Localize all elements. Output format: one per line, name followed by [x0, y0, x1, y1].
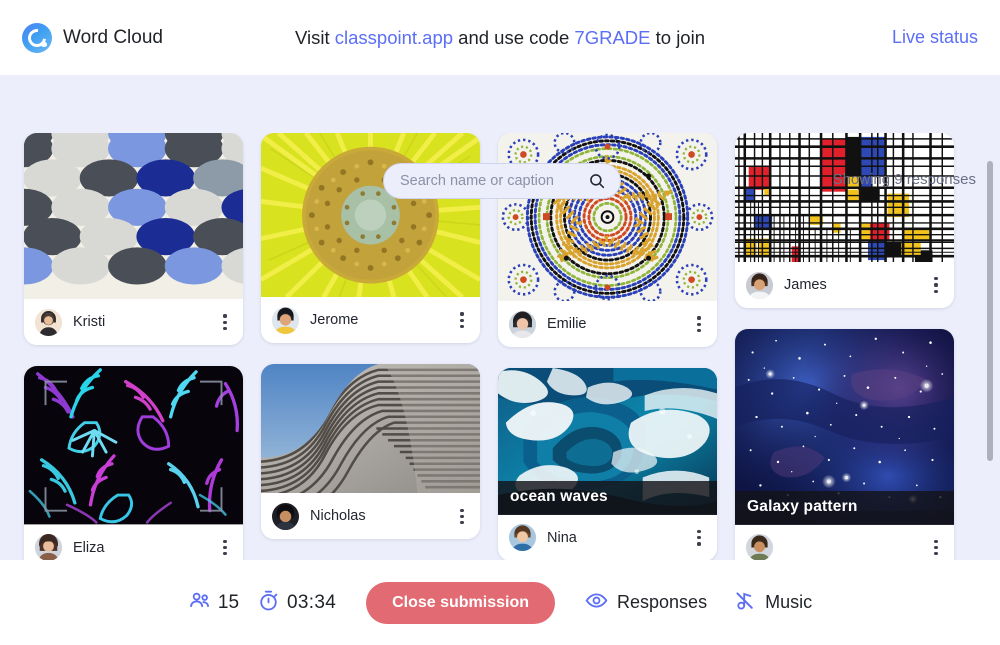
header-right: Live status: [892, 27, 978, 48]
more-options-icon[interactable]: [928, 274, 944, 296]
join-suffix: to join: [650, 26, 705, 48]
response-card[interactable]: ocean waves Nina: [498, 368, 717, 560]
bottom-toolbar: 15 03:34 Close submission Responses Musi…: [0, 560, 1000, 645]
response-author: Jerome: [310, 312, 359, 329]
avatar: [746, 534, 773, 560]
response-thumbnail[interactable]: Galaxy pattern: [735, 329, 954, 525]
wavy-concrete-architecture-image: [261, 364, 480, 494]
more-options-icon[interactable]: [454, 505, 470, 527]
response-card[interactable]: Kristi: [24, 133, 243, 346]
response-footer: James: [735, 262, 954, 309]
response-caption: Galaxy pattern: [735, 490, 954, 525]
eye-icon: [585, 589, 608, 617]
response-author: Emilie: [547, 316, 587, 333]
avatar: [509, 310, 536, 338]
response-footer: Eliza: [24, 524, 243, 560]
response-footer: Nicholas: [261, 493, 480, 540]
avatar: [272, 502, 299, 530]
response-footer: [735, 524, 954, 560]
response-card[interactable]: James: [735, 133, 954, 309]
response-author: James: [784, 277, 827, 294]
response-thumbnail[interactable]: [24, 133, 243, 300]
more-options-icon[interactable]: [217, 537, 233, 559]
response-footer: Jerome: [261, 297, 480, 344]
live-status-button[interactable]: Live status: [892, 27, 978, 48]
responses-area: Showing 9 responses: [0, 75, 1000, 560]
music-label: Music: [765, 592, 813, 612]
response-card[interactable]: Galaxy pattern: [735, 329, 954, 560]
classpoint-wordcloud-activity: Word Cloud Visit classpoint.app and use …: [0, 0, 1000, 645]
search-box[interactable]: [383, 163, 621, 199]
classpoint-link[interactable]: classpoint.app: [335, 27, 453, 48]
more-options-icon[interactable]: [217, 311, 233, 333]
classpoint-logo-icon: [22, 22, 52, 53]
avatar: [509, 524, 536, 552]
response-author: Nina: [547, 529, 577, 546]
yellow-sunflower-closeup-image: [261, 133, 480, 298]
close-submission-button[interactable]: Close submission: [366, 581, 556, 624]
response-count-label: Showing 9 responses: [832, 171, 976, 188]
timer-indicator[interactable]: 03:34: [257, 589, 336, 617]
response-thumbnail[interactable]: [735, 133, 954, 263]
response-footer: Emilie: [498, 301, 717, 348]
responses-button[interactable]: Responses: [585, 589, 707, 617]
response-author: Eliza: [73, 539, 105, 556]
search-input[interactable]: [400, 173, 588, 189]
people-icon: [188, 589, 211, 617]
join-middle: and use code: [453, 26, 575, 48]
participants-count: 15: [217, 591, 240, 613]
response-thumbnail[interactable]: [498, 133, 717, 302]
app-header: Word Cloud Visit classpoint.app and use …: [0, 0, 1000, 75]
neon-tropical-leaves-pattern-image: [24, 366, 243, 525]
class-code: 7GRADE: [574, 26, 651, 48]
avatar: [35, 308, 62, 336]
response-thumbnail[interactable]: [261, 133, 480, 298]
mondrian-grid-composition-image: [735, 133, 954, 263]
brand: Word Cloud: [22, 22, 282, 53]
responses-label: Responses: [617, 592, 708, 612]
avatar: [35, 534, 62, 560]
search-icon[interactable]: [588, 172, 606, 190]
vertical-scrollbar[interactable]: [987, 161, 993, 461]
response-footer: Nina: [498, 514, 717, 560]
stopwatch-icon: [257, 589, 280, 617]
more-options-icon[interactable]: [454, 309, 470, 331]
response-card[interactable]: Eliza: [24, 366, 243, 560]
response-footer: Kristi: [24, 299, 243, 346]
page-title: Word Cloud: [63, 26, 163, 48]
avatar: [272, 306, 299, 334]
more-options-icon[interactable]: [691, 527, 707, 549]
blue-grey-felt-fish-scale-pattern-image: [24, 133, 243, 300]
response-thumbnail[interactable]: ocean waves: [498, 368, 717, 515]
avatar: [746, 271, 773, 299]
response-card[interactable]: Nicholas: [261, 364, 480, 540]
response-author: Kristi: [73, 314, 106, 331]
join-prefix: Visit: [294, 26, 335, 48]
response-thumbnail[interactable]: [24, 366, 243, 525]
participants-indicator: 15: [188, 589, 239, 617]
response-author: Nicholas: [310, 508, 366, 525]
response-caption: ocean waves: [498, 480, 717, 515]
more-options-icon[interactable]: [928, 537, 944, 559]
timer-value: 03:34: [287, 591, 337, 613]
more-options-icon[interactable]: [691, 313, 707, 335]
music-note-off-icon: [733, 589, 756, 617]
response-thumbnail[interactable]: [261, 364, 480, 494]
moroccan-mosaic-star-pattern-image: [498, 133, 717, 302]
music-button[interactable]: Music: [733, 589, 812, 617]
